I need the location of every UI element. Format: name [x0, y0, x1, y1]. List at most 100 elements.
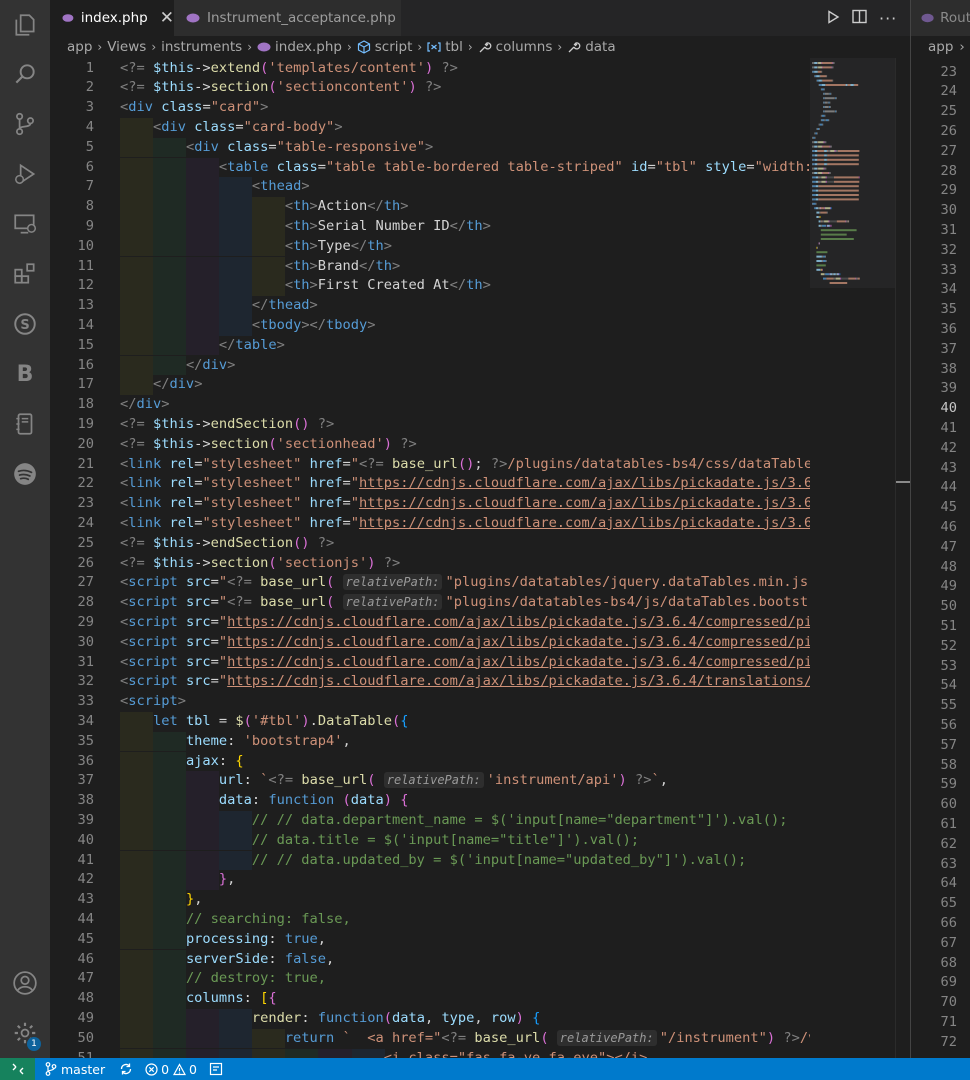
- dollar-extension-icon[interactable]: S: [0, 301, 50, 347]
- code-line[interactable]: 39 // // data.department_name = $('input…: [50, 810, 810, 831]
- code-line[interactable]: 46 serverSide: false,: [50, 949, 810, 970]
- breadcrumb-item[interactable]: script: [357, 39, 412, 55]
- code-line[interactable]: 26 <?= $this->section('sectionjs') ?>: [50, 554, 810, 574]
- code-token: :: [227, 732, 244, 749]
- close-icon[interactable]: ✕: [160, 8, 174, 28]
- account-icon[interactable]: [0, 960, 50, 1006]
- code-line[interactable]: 3 <div class="card">: [50, 98, 810, 118]
- code-line[interactable]: 34 let tbl = $('#tbl').DataTable({: [50, 711, 810, 732]
- code-line[interactable]: 44 // searching: false,: [50, 909, 810, 930]
- code-line[interactable]: 11 <th>Brand</th>: [50, 256, 810, 277]
- code-line[interactable]: 21 <link rel="stylesheet" href="<?= base_…: [50, 455, 829, 475]
- minimap-line: [812, 154, 815, 157]
- run-icon[interactable]: [826, 9, 840, 28]
- spotify-icon[interactable]: [0, 451, 50, 497]
- run-debug-icon[interactable]: [0, 151, 50, 197]
- breadcrumb-item[interactable]: index.php: [257, 39, 342, 55]
- tab-instrument-acceptance[interactable]: Instrument_acceptance.php: [174, 0, 401, 36]
- breadcrumb-item[interactable]: data: [567, 39, 616, 55]
- code-line[interactable]: 20 <?= $this->section('sectionhead') ?>: [50, 435, 810, 455]
- code-line[interactable]: 42 },: [50, 870, 810, 891]
- split-editor[interactable]: Rout app › 23 24 25 26 27 28 29 30 31 32 33 34 35 36 37…: [910, 0, 970, 1058]
- code-line[interactable]: 28 <script src="<?= base_url( relativePat…: [50, 593, 825, 613]
- code-line[interactable]: 5 <div class="table-responsive">: [50, 137, 810, 158]
- code-line[interactable]: 7 <thead>: [50, 177, 810, 198]
- code-line[interactable]: 16 </div>: [50, 355, 810, 376]
- code-line[interactable]: 19 <?= $this->endSection() ?>: [50, 415, 810, 435]
- code-line[interactable]: 24 <link rel="stylesheet" href="https://c…: [50, 514, 821, 534]
- extensions-icon[interactable]: [0, 251, 50, 297]
- breadcrumb-item[interactable]: columns: [478, 39, 552, 55]
- code-line[interactable]: 14 <tbody></tbody>: [50, 315, 810, 336]
- problems-indicator[interactable]: 0 0: [145, 1062, 197, 1077]
- code-token: <: [120, 495, 129, 512]
- code-line[interactable]: 8 <th>Action</th>: [50, 197, 810, 217]
- code-line[interactable]: 43 },: [50, 890, 810, 910]
- more-actions-icon[interactable]: ···: [879, 9, 897, 28]
- code-line[interactable]: 47 // destroy: true,: [50, 969, 810, 990]
- code-line[interactable]: 27 <script src="<?= base_url( relativePat…: [50, 573, 825, 593]
- breadcrumb-item[interactable]: tbl: [427, 39, 463, 55]
- split-editor-icon[interactable]: [852, 9, 867, 28]
- code-line[interactable]: 30 <script src="https://cdnjs.cloudflare.…: [50, 633, 821, 653]
- code-line[interactable]: 48 columns: [{: [50, 989, 810, 1009]
- tab-index-php[interactable]: index.php ✕: [50, 0, 174, 36]
- code-line[interactable]: 23 <link rel="stylesheet" href="https://c…: [50, 494, 821, 514]
- code-line[interactable]: 38 data: function (data) {: [50, 791, 810, 811]
- code-line[interactable]: 32 <script src="https://cdnjs.cloudflare.…: [50, 672, 821, 692]
- code-line[interactable]: 31 <script src="https://cdnjs.cloudflare.…: [50, 653, 821, 673]
- code-line[interactable]: 15 </table>: [50, 335, 810, 356]
- code-token: "width:: [754, 158, 813, 175]
- explorer-icon[interactable]: [0, 2, 50, 48]
- notebook-icon[interactable]: [0, 401, 50, 447]
- code-line[interactable]: 29 <script src="https://cdnjs.cloudflare.…: [50, 613, 821, 633]
- branch-indicator[interactable]: master: [45, 1062, 105, 1077]
- code-line[interactable]: 13 </thead>: [50, 296, 810, 316]
- split-line-number: 67: [940, 934, 957, 951]
- sync-icon[interactable]: [119, 1062, 133, 1076]
- code-text: <th>Brand</th>: [120, 257, 400, 277]
- code-token: :: [218, 752, 236, 769]
- breadcrumb-item[interactable]: instruments: [161, 39, 242, 55]
- code-line[interactable]: 35 theme: 'bootstrap4',: [50, 731, 810, 752]
- code-line[interactable]: 1 <?= $this->extend('templates/content') …: [50, 59, 810, 79]
- code-line[interactable]: 9 <th>Serial Number ID</th>: [50, 216, 810, 237]
- code-line[interactable]: 2 <?= $this->section('sectioncontent') ?>: [50, 78, 810, 98]
- code-line[interactable]: 41 // // data.updated_by = $('input[name…: [50, 850, 810, 871]
- code-line[interactable]: 37 url: ` <?= base_url( relativePath:'ins…: [50, 771, 810, 792]
- code-line[interactable]: 51 <i class="fas fa-ye fa-eye"></i>: [50, 1048, 810, 1058]
- settings-gear-icon[interactable]: 1: [0, 1010, 50, 1056]
- code-line[interactable]: 12 <th>First Created At</th>: [50, 276, 810, 297]
- minimap-line: [819, 242, 820, 245]
- minimap-line: [834, 110, 836, 113]
- output-icon[interactable]: [209, 1062, 223, 1076]
- code-line[interactable]: 50 return ` <a href="<?= base_url( relat…: [50, 1028, 833, 1049]
- vertical-scrollbar[interactable]: [895, 58, 910, 1058]
- code-line[interactable]: 33 <script>: [50, 692, 810, 712]
- tab-routes[interactable]: Rout: [911, 0, 970, 36]
- code-line[interactable]: 10 <th>Type</th>: [50, 236, 810, 257]
- code-line[interactable]: 45 processing: true,: [50, 929, 810, 950]
- minimap-line: [835, 110, 837, 113]
- code-line[interactable]: 6 <table class="table table-bordered tab…: [50, 157, 813, 178]
- minimap[interactable]: [810, 58, 895, 1058]
- bootstrap-icon[interactable]: B: [0, 351, 50, 397]
- breadcrumb-item[interactable]: app: [67, 39, 92, 55]
- code-line[interactable]: 4 <div class="card-body">: [50, 117, 810, 138]
- code-line[interactable]: 18 </div>: [50, 395, 810, 415]
- code-line[interactable]: 49 render: function(data, type, row) {: [50, 1008, 810, 1029]
- code-editor[interactable]: 1 <?= $this->extend('templates/content') …: [50, 58, 910, 1058]
- search-icon[interactable]: [0, 51, 50, 97]
- breadcrumb-item[interactable]: Views: [107, 39, 146, 55]
- source-control-icon[interactable]: [0, 101, 50, 147]
- remote-indicator[interactable]: [0, 1058, 35, 1080]
- code-line[interactable]: 17 </div>: [50, 375, 810, 396]
- code-text: <?= $this->endSection() ?>: [120, 415, 334, 435]
- code-line[interactable]: 25 <?= $this->endSection() ?>: [50, 534, 810, 554]
- code-line[interactable]: 40 // data.title = $('input[name="title"…: [50, 830, 810, 851]
- code-line[interactable]: 22 <link rel="stylesheet" href="https://c…: [50, 474, 821, 494]
- remote-explorer-icon[interactable]: [0, 201, 50, 247]
- minimap-line: [814, 158, 817, 161]
- code-token: Brand: [317, 257, 359, 274]
- code-line[interactable]: 36 ajax: {: [50, 751, 810, 772]
